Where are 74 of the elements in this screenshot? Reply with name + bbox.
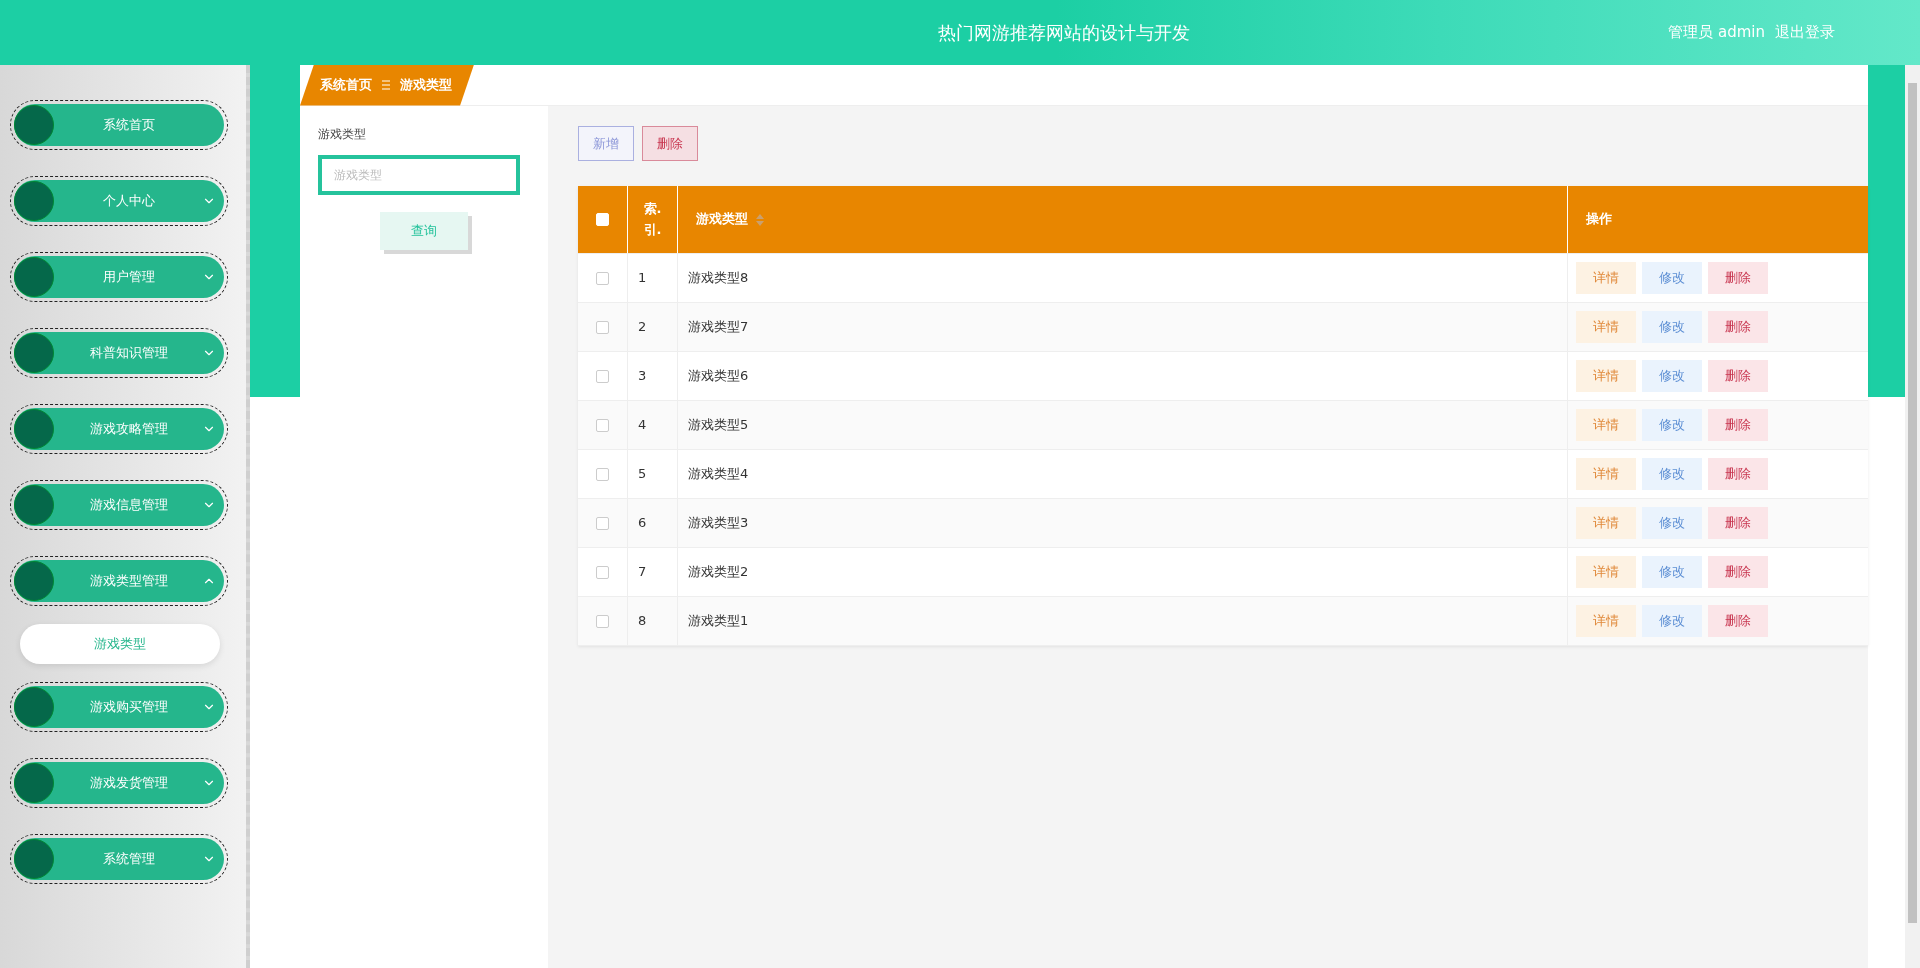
table-cell-text: 2	[638, 317, 647, 336]
checkbox[interactable]	[596, 614, 609, 628]
add-button[interactable]: 新增	[578, 126, 634, 161]
search-field[interactable]: 游戏类型	[318, 155, 520, 195]
action-button[interactable]: 修改	[1642, 409, 1702, 441]
table-cell-text: 8	[638, 611, 647, 630]
action-button[interactable]: 修改	[1642, 311, 1702, 343]
circle-icon	[14, 333, 54, 373]
action-button[interactable]: 详情	[1576, 458, 1636, 490]
circle-icon	[14, 105, 54, 145]
table-cell-text: 6	[638, 513, 647, 532]
action-button[interactable]: 删除	[1708, 262, 1768, 294]
table-cell-text: 7	[638, 562, 647, 581]
circle-icon	[14, 181, 54, 221]
action-button[interactable]: 详情	[1576, 507, 1636, 539]
circle-icon	[14, 561, 54, 601]
action-button[interactable]: 修改	[1642, 458, 1702, 490]
action-button[interactable]: 删除	[1708, 409, 1768, 441]
table-cell-text: 3	[638, 366, 647, 385]
checkbox[interactable]	[596, 320, 609, 334]
action-button[interactable]: 修改	[1642, 605, 1702, 637]
circle-icon	[14, 485, 54, 525]
action-button[interactable]: 详情	[1576, 556, 1636, 588]
circle-icon	[14, 687, 54, 727]
column-header: 操作	[1586, 210, 1612, 229]
checkbox[interactable]	[596, 271, 609, 285]
action-button[interactable]: 详情	[1576, 311, 1636, 343]
table-cell-text: 游戏类型1	[688, 611, 749, 630]
scrollbar[interactable]	[1905, 65, 1920, 968]
checkbox[interactable]	[596, 516, 609, 530]
circle-icon	[14, 763, 54, 803]
sidebar-subitem[interactable]: 游戏类型	[20, 624, 220, 664]
table-cell-text: 游戏类型7	[688, 317, 749, 336]
breadcrumb-item: 游戏类型	[400, 76, 452, 94]
circle-icon	[14, 257, 54, 297]
separator-icon	[382, 80, 390, 90]
action-button[interactable]: 详情	[1576, 409, 1636, 441]
checkbox[interactable]	[596, 565, 609, 579]
action-button[interactable]: 删除	[1708, 311, 1768, 343]
checkbox[interactable]	[596, 467, 609, 481]
user-name: 管理员 admin	[1668, 23, 1765, 42]
column-header[interactable]: 游戏类型	[696, 209, 748, 230]
logout-link[interactable]: 退出登录	[1775, 23, 1835, 42]
action-button[interactable]: 详情	[1576, 360, 1636, 392]
field-label: 游戏类型	[318, 126, 367, 143]
action-button[interactable]: 删除	[1708, 605, 1768, 637]
action-button[interactable]: 修改	[1642, 262, 1702, 294]
checkbox[interactable]	[596, 369, 609, 383]
sort-icon[interactable]	[756, 213, 764, 226]
table-cell-text: 游戏类型5	[688, 415, 749, 434]
action-button[interactable]: 详情	[1576, 605, 1636, 637]
table-cell-text: 游戏类型4	[688, 464, 749, 483]
action-button[interactable]: 修改	[1642, 507, 1702, 539]
table-cell-text: 游戏类型2	[688, 562, 749, 581]
action-button[interactable]: 删除	[1708, 360, 1768, 392]
action-button[interactable]: 修改	[1642, 556, 1702, 588]
action-button[interactable]: 删除	[1708, 507, 1768, 539]
action-button[interactable]: 删除	[1708, 458, 1768, 490]
checkbox[interactable]	[596, 418, 609, 432]
column-header: 索. 引.	[643, 199, 662, 239]
table-cell-text: 5	[638, 464, 647, 483]
action-button[interactable]: 详情	[1576, 262, 1636, 294]
action-button[interactable]: 修改	[1642, 360, 1702, 392]
circle-icon	[14, 409, 54, 449]
circle-icon	[14, 839, 54, 879]
breadcrumb-item[interactable]: 系统首页	[320, 76, 372, 94]
action-button[interactable]: 删除	[1708, 556, 1768, 588]
table-cell-text: 游戏类型6	[688, 366, 749, 385]
table-cell-text: 游戏类型8	[688, 268, 749, 287]
table-cell-text: 4	[638, 415, 647, 434]
table-cell-text: 游戏类型3	[688, 513, 749, 532]
site-title: 热门网游推荐网站的设计与开发	[938, 20, 1191, 45]
table-cell-text: 1	[638, 268, 647, 287]
delete-button[interactable]: 删除	[642, 126, 698, 161]
